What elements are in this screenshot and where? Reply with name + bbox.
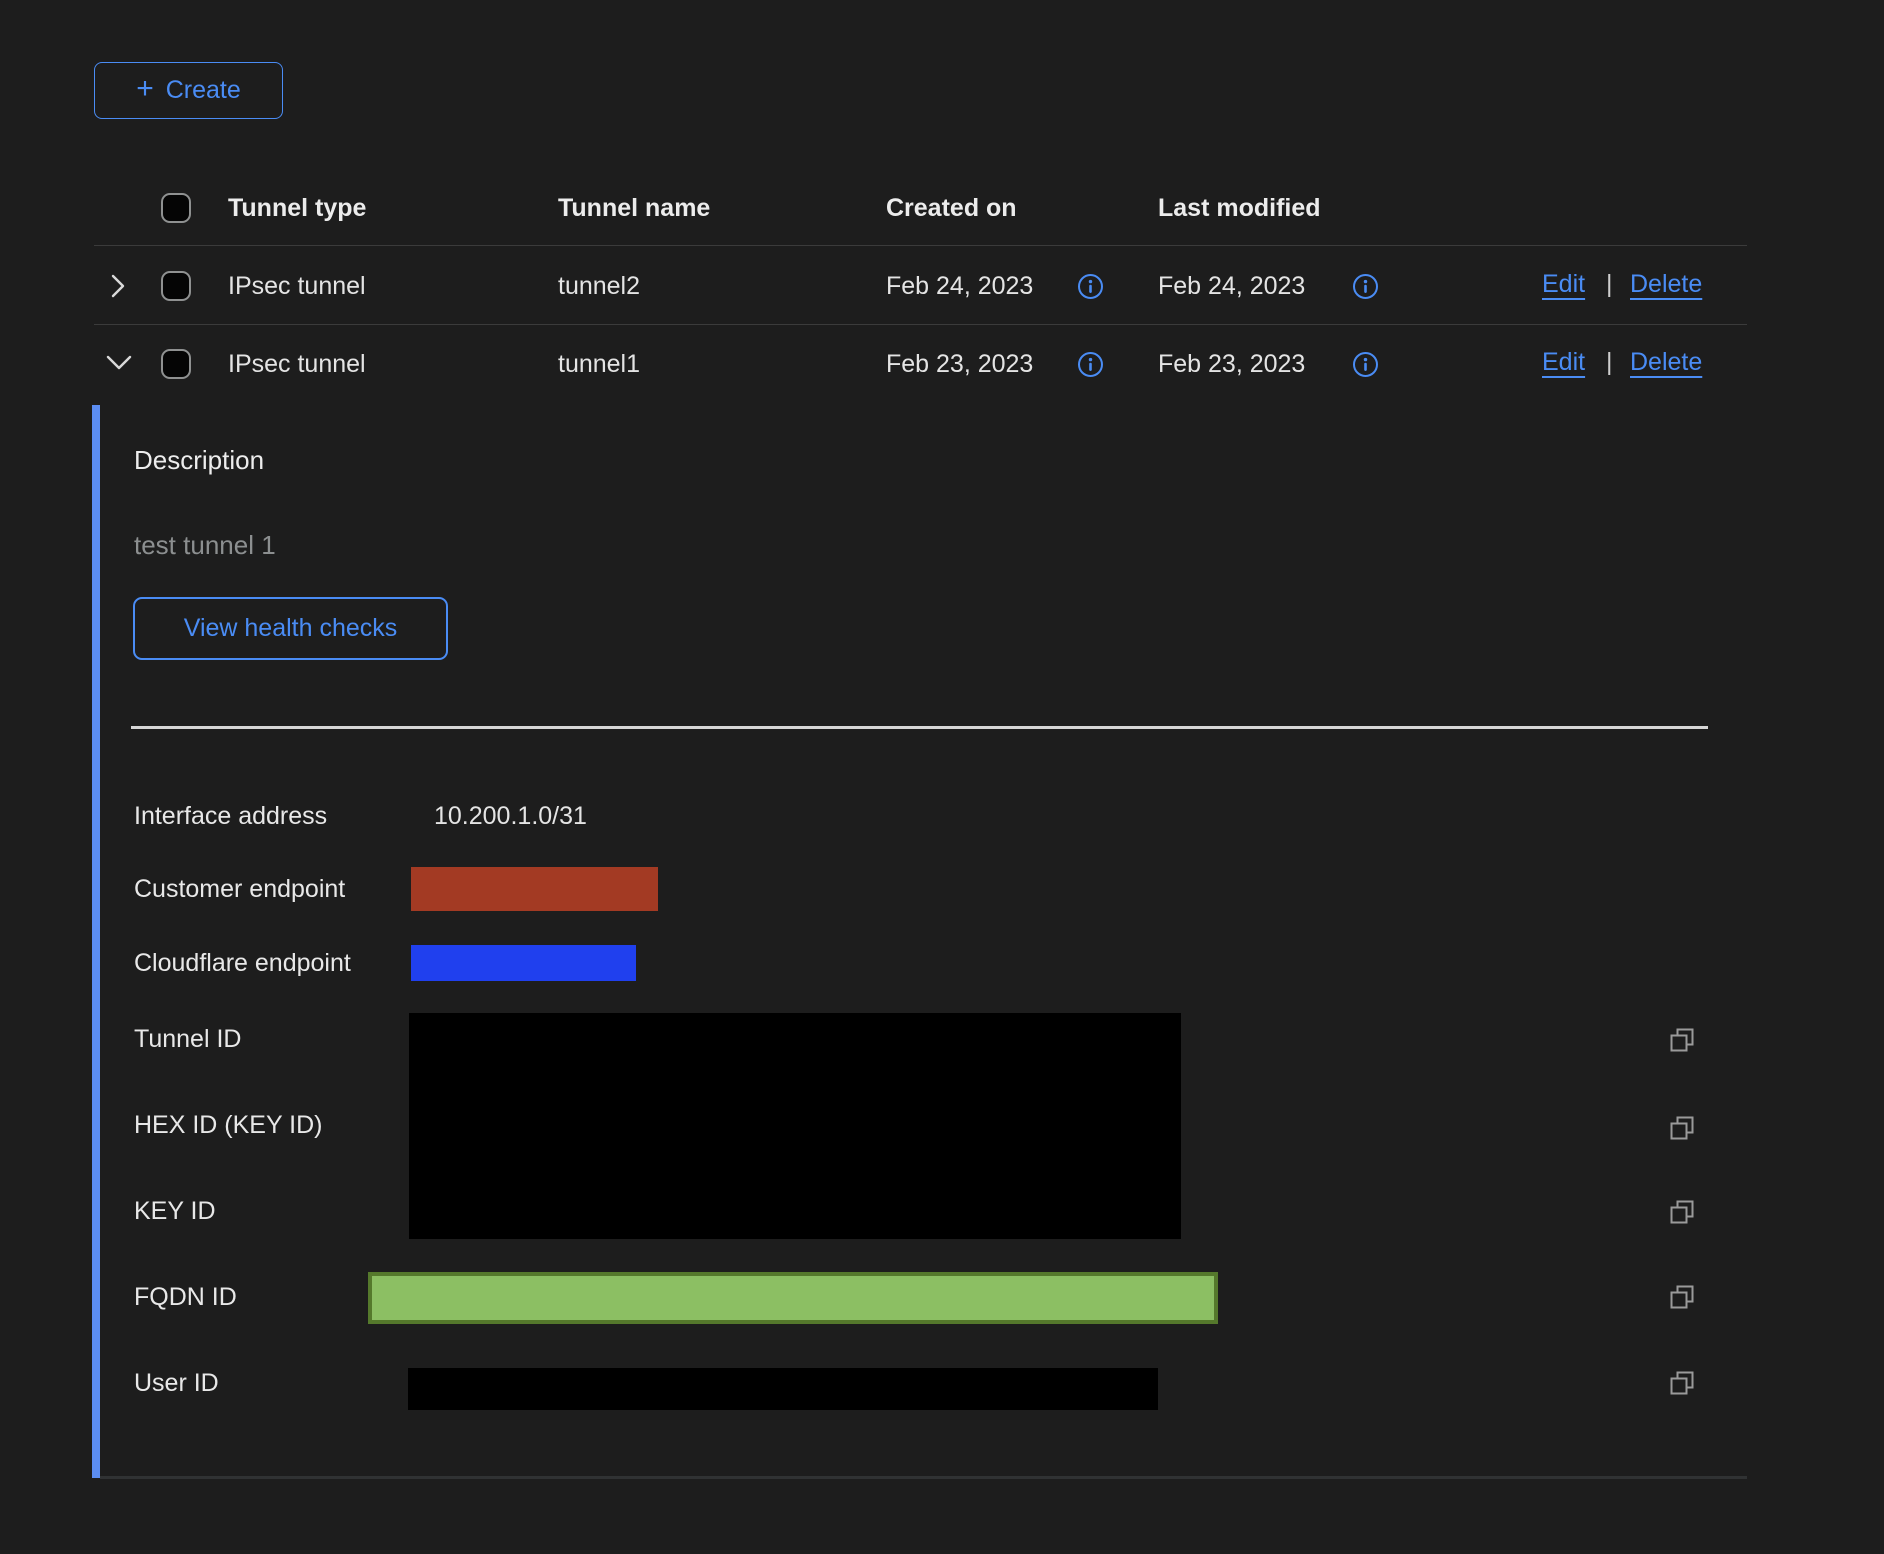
header-tunnel-name: Tunnel name bbox=[558, 192, 710, 224]
copy-icon[interactable] bbox=[1668, 1114, 1696, 1142]
row-checkbox[interactable] bbox=[161, 271, 191, 301]
section-divider bbox=[131, 726, 1708, 729]
plus-icon: + bbox=[136, 74, 154, 104]
id-values-redacted-block bbox=[409, 1013, 1181, 1239]
row-divider bbox=[94, 324, 1747, 325]
user-id-redacted-value bbox=[408, 1368, 1158, 1410]
header-divider bbox=[94, 245, 1747, 246]
edit-link[interactable]: Edit bbox=[1542, 270, 1585, 299]
action-separator: | bbox=[1606, 270, 1613, 299]
chevron-right-icon[interactable] bbox=[106, 270, 130, 302]
description-label: Description bbox=[134, 445, 264, 476]
tunnel-type-cell: IPsec tunnel bbox=[228, 270, 366, 302]
create-button[interactable]: + Create bbox=[94, 62, 283, 119]
last-modified-cell: Feb 24, 2023 bbox=[1158, 270, 1305, 302]
edit-link[interactable]: Edit bbox=[1542, 348, 1585, 377]
cloudflare-endpoint-label: Cloudflare endpoint bbox=[134, 947, 351, 979]
description-value: test tunnel 1 bbox=[134, 530, 276, 561]
tunnel-name-cell: tunnel1 bbox=[558, 348, 640, 380]
table-bottom-divider bbox=[100, 1476, 1747, 1479]
copy-icon[interactable] bbox=[1668, 1026, 1696, 1054]
copy-icon[interactable] bbox=[1668, 1369, 1696, 1397]
last-modified-cell: Feb 23, 2023 bbox=[1158, 348, 1305, 380]
tunnel-id-label: Tunnel ID bbox=[134, 1023, 241, 1055]
delete-link[interactable]: Delete bbox=[1630, 348, 1702, 377]
created-on-cell: Feb 24, 2023 bbox=[886, 270, 1033, 302]
customer-endpoint-redacted-value bbox=[411, 867, 658, 911]
header-created-on: Created on bbox=[886, 192, 1017, 224]
copy-icon[interactable] bbox=[1668, 1283, 1696, 1311]
view-health-checks-button[interactable]: View health checks bbox=[133, 597, 448, 660]
user-id-label: User ID bbox=[134, 1367, 219, 1399]
info-icon[interactable] bbox=[1352, 351, 1379, 378]
header-tunnel-type: Tunnel type bbox=[228, 192, 366, 224]
info-icon[interactable] bbox=[1352, 273, 1379, 300]
delete-link[interactable]: Delete bbox=[1630, 270, 1702, 299]
header-last-modified: Last modified bbox=[1158, 192, 1321, 224]
interface-address-value: 10.200.1.0/31 bbox=[434, 800, 587, 832]
fqdn-id-redacted-value bbox=[368, 1272, 1218, 1324]
copy-icon[interactable] bbox=[1668, 1198, 1696, 1226]
select-all-checkbox[interactable] bbox=[161, 193, 191, 223]
create-button-label: Create bbox=[166, 76, 241, 105]
interface-address-label: Interface address bbox=[134, 800, 327, 832]
created-on-cell: Feb 23, 2023 bbox=[886, 348, 1033, 380]
customer-endpoint-label: Customer endpoint bbox=[134, 873, 345, 905]
expanded-panel-accent-bar bbox=[92, 405, 100, 1478]
chevron-down-icon[interactable] bbox=[102, 350, 136, 376]
info-icon[interactable] bbox=[1077, 351, 1104, 378]
tunnel-type-cell: IPsec tunnel bbox=[228, 348, 366, 380]
key-id-label: KEY ID bbox=[134, 1195, 216, 1227]
action-separator: | bbox=[1606, 348, 1613, 377]
fqdn-id-label: FQDN ID bbox=[134, 1281, 237, 1313]
tunnel-name-cell: tunnel2 bbox=[558, 270, 640, 302]
info-icon[interactable] bbox=[1077, 273, 1104, 300]
cloudflare-endpoint-redacted-value bbox=[411, 945, 636, 981]
hex-id-label: HEX ID (KEY ID) bbox=[134, 1109, 322, 1141]
row-checkbox[interactable] bbox=[161, 349, 191, 379]
